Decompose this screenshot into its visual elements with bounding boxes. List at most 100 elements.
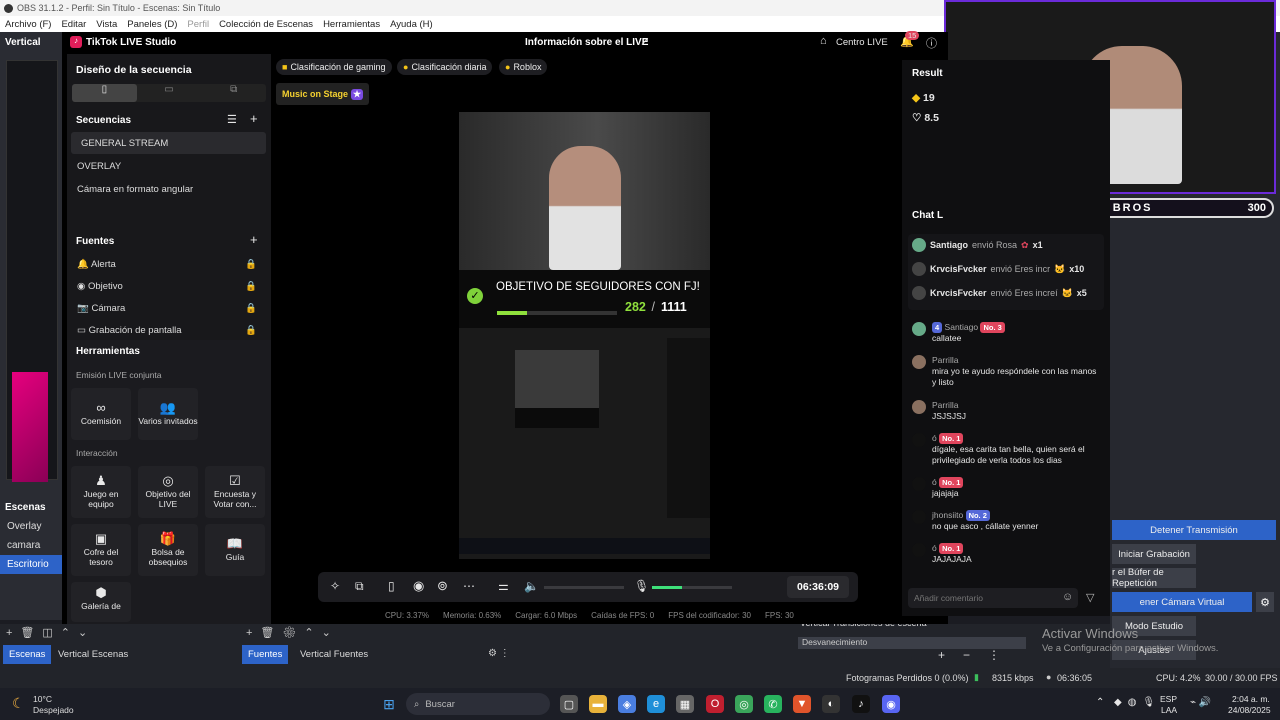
menu-paneles[interactable]: Paneles (D) [127, 19, 177, 30]
tool-live-goal[interactable]: ◎ Objetivo del LIVE [138, 466, 198, 518]
tool-gallery[interactable]: ⬢ Galería de [71, 582, 131, 622]
menu-ayuda[interactable]: Ayuda (H) [390, 19, 433, 30]
menu-vista[interactable]: Vista [96, 19, 117, 30]
microphone-icon[interactable]: 🎙 [634, 579, 649, 593]
clock-time[interactable]: 2:04 a. m. [1232, 694, 1270, 704]
start-recording-button[interactable]: Iniciar Grabación [1112, 544, 1196, 564]
menu-editar[interactable]: Editar [61, 19, 86, 30]
sequence-item-camera[interactable]: Cámara en formato angular [67, 178, 267, 200]
chrome-icon[interactable]: ◎ [735, 695, 753, 713]
network-icon[interactable]: ⌁ 🔊 [1190, 697, 1211, 708]
task-view-icon[interactable]: ▢ [560, 695, 578, 713]
opera-icon[interactable]: O [706, 695, 724, 713]
discord-icon[interactable]: ◉ [882, 695, 900, 713]
mixer-icon[interactable]: ⚌ [498, 579, 509, 593]
lock-icon[interactable]: 🔒 [245, 303, 257, 314]
lock-icon[interactable]: 🔒 [245, 325, 257, 336]
chip-gaming-ranking[interactable]: ■ Clasificación de gaming [276, 59, 392, 75]
layout-horizontal-button[interactable]: ▭ [137, 84, 202, 102]
scene-item-escritorio[interactable]: Escritorio [0, 555, 62, 574]
start-icon[interactable]: ⊞ [380, 695, 398, 713]
lock-icon[interactable]: 🔒 [245, 281, 257, 292]
tool-poll[interactable]: ☑ Encuesta y Votar con... [205, 466, 265, 518]
tool-multi-guest[interactable]: 👥 Varios invitados [138, 388, 198, 440]
whatsapp-icon[interactable]: ✆ [764, 695, 782, 713]
menu-coleccion[interactable]: Colección de Escenas [219, 19, 313, 30]
emoji-icon[interactable]: ☺ [1062, 591, 1073, 603]
goal-separator: / [648, 300, 659, 314]
home-icon[interactable]: ⌂ [820, 35, 827, 47]
store-icon[interactable]: ▦ [676, 695, 694, 713]
virtual-camera-button[interactable]: ener Cámara Virtual [1112, 592, 1252, 612]
chip-daily-ranking[interactable]: ● Clasificación diaria [397, 59, 493, 75]
layout-split-button[interactable]: ⧉ [201, 84, 266, 102]
chat-message: Parrilla mira yo te ayudo respóndele con … [912, 355, 1102, 388]
tiktok-taskbar-icon[interactable]: ♪ [852, 695, 870, 713]
add-sequence-icon[interactable]: + [250, 111, 258, 126]
brave-icon[interactable]: ▼ [793, 695, 811, 713]
menu-archivo[interactable]: Archivo (F) [5, 19, 51, 30]
share-icon[interactable]: ↗ [640, 35, 649, 48]
gift-row: KrvcisFvcker envió Eres increí 🐱 x5 [912, 286, 1102, 300]
stream-time: 06:36:05 [1057, 673, 1093, 683]
tool-coemision[interactable]: ∞ Coemisión [71, 388, 131, 440]
cat-gift-icon: 🐱 [1061, 287, 1073, 298]
copilot-icon[interactable]: ◈ [618, 695, 636, 713]
sequences-list-icon[interactable]: ☰ [227, 113, 237, 126]
centro-live-button[interactable]: Centro LIVE [836, 37, 888, 48]
stop-stream-button[interactable]: Detener Transmisión [1112, 520, 1276, 540]
explorer-icon[interactable]: ▬ [589, 695, 607, 713]
results-title: Result [912, 68, 943, 79]
bitrate: 8315 kbps [992, 673, 1034, 683]
capture-icon[interactable]: ⧉ [355, 579, 364, 594]
search-box[interactable]: ⌕ Buscar [406, 693, 550, 715]
tool-treasure[interactable]: ▣ Cofre del tesoro [71, 524, 131, 576]
speaker-volume-slider[interactable] [544, 586, 624, 589]
add-source-icon[interactable]: + [250, 232, 258, 247]
tab-vertical-fuentes[interactable]: Vertical Fuentes [294, 645, 374, 664]
lock-icon[interactable]: 🔒 [245, 259, 257, 270]
tab-fuentes[interactable]: Fuentes [242, 645, 289, 664]
tray-chevron-icon[interactable]: ⌃ [1096, 697, 1104, 708]
more-icon[interactable]: ⋯ [463, 579, 475, 593]
tab-escenas[interactable]: Escenas [3, 645, 52, 664]
virtual-camera-gear-icon[interactable]: ⚙ [1256, 592, 1274, 612]
notif-badge: 15 [905, 31, 920, 40]
obs-taskbar-icon[interactable]: ◐ [822, 695, 840, 713]
source-item-screen[interactable]: ▭ Grabación de pantalla 🔒 [67, 319, 267, 341]
music-on-stage-button[interactable]: Music on Stage ★ [276, 83, 370, 105]
sequence-item-general[interactable]: GENERAL STREAM [71, 132, 266, 154]
effects-icon[interactable]: ✧ [330, 579, 340, 593]
edge-icon[interactable]: e [647, 695, 665, 713]
scene-item-overlay[interactable]: Overlay [0, 517, 62, 536]
mask-icon[interactable]: ⊚ [437, 578, 448, 594]
chip-roblox[interactable]: ● Roblox [499, 59, 548, 75]
mixer-gear-icon[interactable]: ⚙ ⋮ [488, 648, 510, 659]
menu-perfil[interactable]: Perfil [187, 19, 209, 30]
tool-guide[interactable]: 📖 Guía [205, 524, 265, 576]
menu-herramientas[interactable]: Herramientas [323, 19, 380, 30]
help-icon[interactable]: ⓘ [926, 35, 937, 51]
transition-controls[interactable]: +−⋮ [938, 648, 1018, 662]
speaker-icon[interactable]: 🔈 [524, 579, 539, 593]
filter-icon[interactable]: ▽ [1086, 591, 1094, 604]
goal-progress-track [497, 311, 617, 315]
phone-icon[interactable]: ▯ [388, 579, 395, 593]
tab-vertical-escenas[interactable]: Vertical Escenas [52, 645, 134, 664]
replay-buffer-button[interactable]: r el Búfer de Repetición [1112, 567, 1196, 589]
source-item-objetivo[interactable]: ◉ Objetivo 🔒 [67, 275, 267, 297]
source-item-alerta[interactable]: 🔔 Alerta 🔒 [67, 253, 267, 275]
lang-indicator[interactable]: ESP [1160, 694, 1177, 704]
tray-icons[interactable]: ◆◍🎙 [1114, 697, 1161, 708]
goal-total: 1111 [661, 300, 687, 314]
scene-item-camara[interactable]: camara [0, 536, 62, 555]
record-icon[interactable]: ◉ [413, 578, 424, 594]
comment-input[interactable] [908, 588, 1078, 608]
tool-gift-bag[interactable]: 🎁 Bolsa de obsequios [138, 524, 198, 576]
avatar [912, 433, 926, 447]
mic-volume-slider[interactable] [652, 586, 732, 589]
layout-vertical-button[interactable]: ▯ [72, 84, 137, 102]
tool-team-game[interactable]: ♟ Juego en equipo [71, 466, 131, 518]
sequence-item-overlay[interactable]: OVERLAY [67, 155, 267, 177]
source-item-camara[interactable]: 📷 Cámara 🔒 [67, 297, 267, 319]
